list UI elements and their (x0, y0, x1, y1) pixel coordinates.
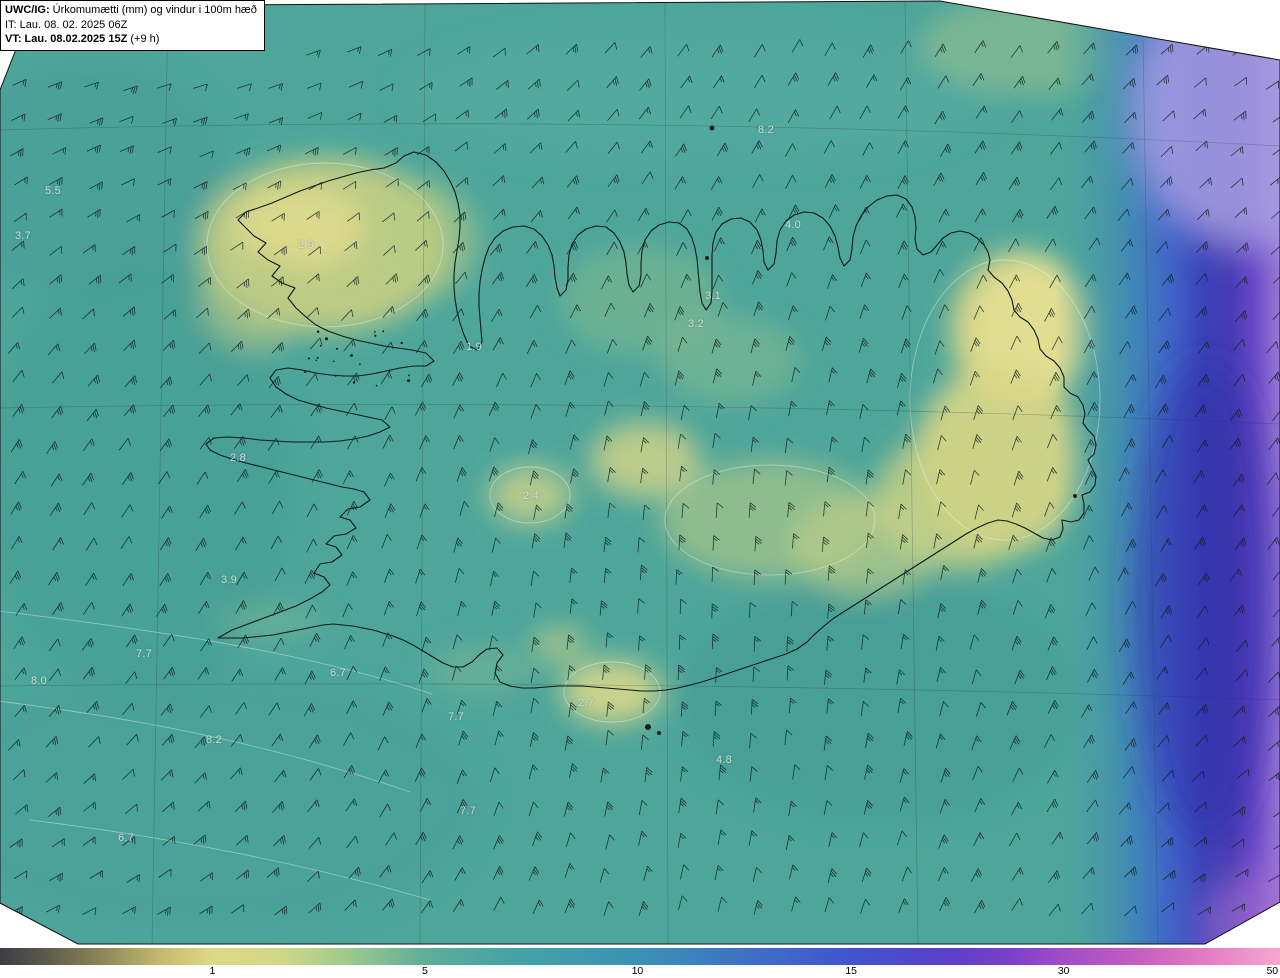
map-title-box: UWC/IG: Úrkomumætti (mm) og vindur i 100… (0, 0, 265, 51)
valid-time: VT: Lau. 08.02.2025 15Z (5, 33, 128, 45)
colorbar-tick-label: 1 (209, 965, 216, 977)
colorbar-tick-label: 50 (1266, 965, 1279, 977)
valid-time-line: VT: Lau. 08.02.2025 15Z (+9 h) (5, 32, 257, 47)
precipitation-colorbar (0, 948, 1280, 965)
precipitation-wind-map (0, 0, 1280, 945)
colorbar-tick-labels: 1 5 10 15 30 50 (0, 965, 1280, 978)
colorbar-tick-label: 10 (631, 965, 644, 977)
colorbar-tick-label: 30 (1057, 965, 1070, 977)
colorbar-tick-label: 15 (845, 965, 858, 977)
product-description: Úrkomumætti (mm) og vindur i 100m hæð (49, 4, 257, 16)
weather-map-stage: 5.5 3.7 2.9 8.2 4.0 3.1 3.2 1.9 2.8 2.4 3.9 7.7 8.0 6… (0, 0, 1280, 978)
product-title-line: UWC/IG: Úrkomumætti (mm) og vindur i 100… (5, 3, 257, 18)
product-code: UWC/IG: (5, 4, 50, 16)
init-time-line: IT: Lau. 08. 02. 2025 06Z (5, 18, 128, 31)
colorbar-tick-label: 5 (422, 965, 428, 977)
forecast-lead: (+9 h) (127, 33, 160, 45)
